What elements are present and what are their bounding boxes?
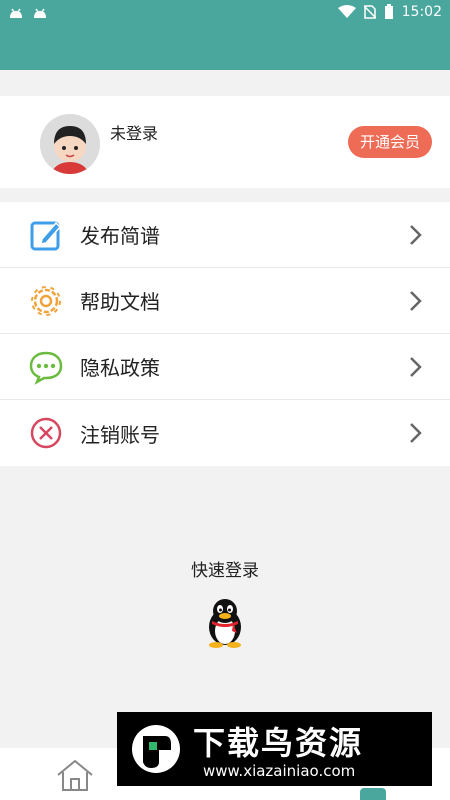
menu-item-publish[interactable]: 发布简谱 (0, 202, 450, 268)
login-status[interactable]: 未登录 (110, 120, 158, 144)
chevron-right-icon (410, 291, 422, 311)
vip-button[interactable]: 开通会员 (347, 126, 432, 158)
system-icons: 15:02 (337, 4, 442, 20)
menu-item-label: 隐私政策 (80, 356, 160, 380)
cancel-circle-icon (30, 417, 62, 449)
qq-penguin-icon[interactable] (203, 597, 247, 649)
chevron-right-icon (410, 423, 422, 443)
home-icon[interactable] (56, 758, 94, 792)
status-time: 15:02 (401, 4, 442, 20)
quick-login-title: 快速登录 (191, 561, 259, 581)
menu-item-privacy[interactable]: 隐私政策 (0, 334, 450, 400)
android-icon (34, 8, 46, 18)
quick-login-section: 快速登录 (0, 556, 450, 649)
wifi-icon (337, 5, 356, 18)
menu-item-label: 注销账号 (80, 422, 160, 447)
nav-tab-mine-indicator[interactable] (360, 788, 386, 800)
avatar[interactable] (40, 114, 100, 174)
menu-item-label: 发布简谱 (80, 224, 160, 248)
bird-logo-icon (132, 725, 180, 773)
menu-list: 发布简谱 帮助文档 隐私政策 注销账号 (0, 202, 450, 466)
chevron-right-icon (410, 225, 422, 245)
gear-icon (31, 285, 61, 316)
chevron-right-icon (410, 357, 422, 377)
watermark-title: 下载鸟资源 (193, 724, 364, 762)
no-sim-icon (363, 5, 376, 19)
edit-icon (30, 221, 62, 250)
status-bar: 15:02 (0, 0, 450, 24)
menu-item-delete-account[interactable]: 注销账号 (0, 400, 450, 466)
app-header (0, 24, 450, 70)
menu-item-label: 帮助文档 (80, 290, 160, 314)
watermark: 下载鸟资源 www.xiazainiao.com (117, 712, 432, 786)
android-icon (10, 8, 22, 18)
battery-icon (384, 4, 393, 19)
menu-item-help[interactable]: 帮助文档 (0, 268, 450, 334)
notification-icons (8, 5, 48, 19)
watermark-url: www.xiazainiao.com (203, 762, 356, 780)
profile-card[interactable]: 未登录 开通会员 (0, 96, 450, 188)
chat-bubble-icon (29, 351, 63, 385)
